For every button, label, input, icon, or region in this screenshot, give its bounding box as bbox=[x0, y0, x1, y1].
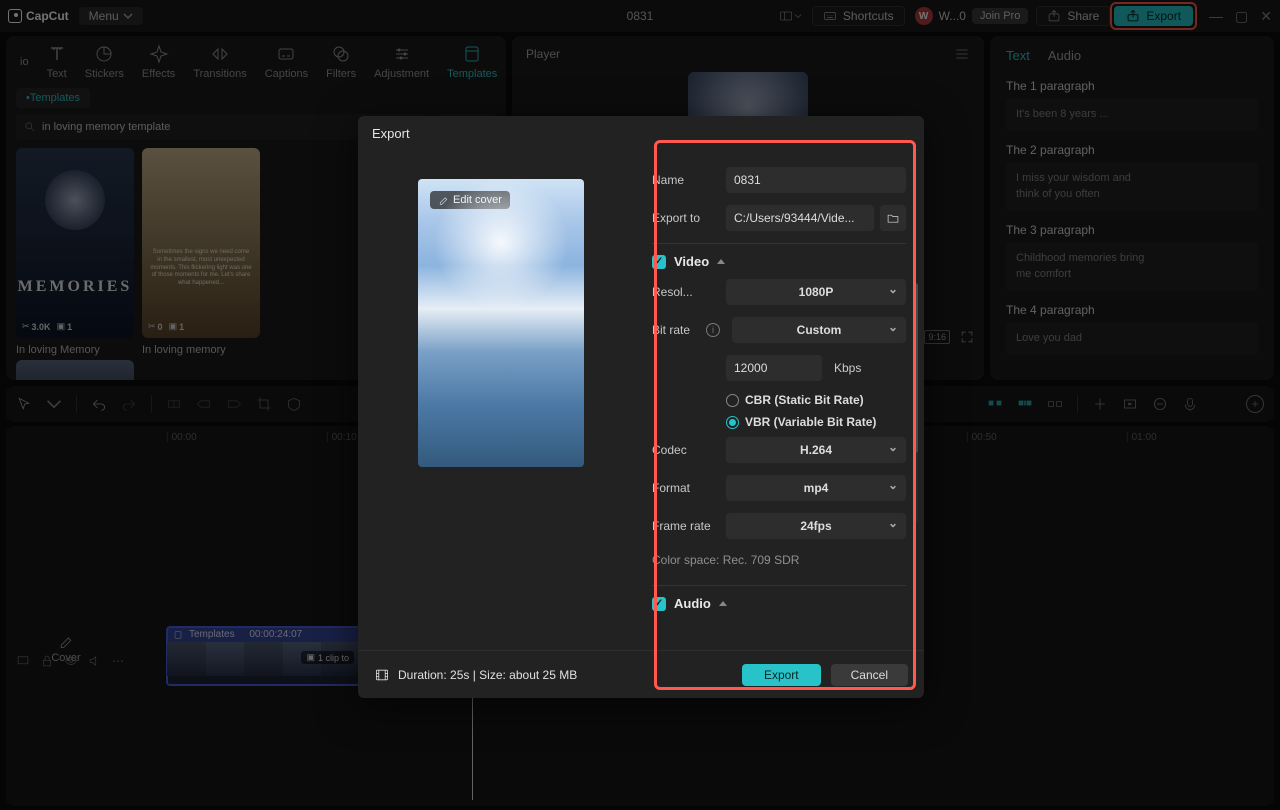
codec-label: Codec bbox=[652, 443, 720, 457]
cover-preview: Edit cover bbox=[418, 179, 584, 467]
fps-label: Frame rate bbox=[652, 519, 720, 533]
kbps-label: Kbps bbox=[834, 361, 861, 375]
dialog-export-button[interactable]: Export bbox=[742, 664, 821, 686]
name-input[interactable]: 0831 bbox=[726, 167, 906, 193]
bitrate-label: Bit rate bbox=[652, 323, 700, 337]
export-to-label: Export to bbox=[652, 211, 720, 225]
scrollbar[interactable] bbox=[913, 283, 918, 523]
edit-cover-button[interactable]: Edit cover bbox=[430, 191, 510, 209]
format-select[interactable]: mp4 bbox=[726, 475, 906, 501]
dialog-footer: Duration: 25s | Size: about 25 MB Export… bbox=[358, 650, 924, 698]
name-label: Name bbox=[652, 173, 720, 187]
dialog-title: Export bbox=[358, 116, 924, 151]
colorspace-note: Color space: Rec. 709 SDR bbox=[652, 553, 906, 567]
video-section-head[interactable]: Video bbox=[652, 254, 906, 269]
audio-checkbox[interactable] bbox=[652, 597, 666, 611]
cbr-radio[interactable]: CBR (Static Bit Rate) bbox=[726, 393, 906, 407]
duration-label: Duration: 25s | Size: about 25 MB bbox=[398, 668, 577, 682]
codec-select[interactable]: H.264 bbox=[726, 437, 906, 463]
vbr-radio[interactable]: VBR (Variable Bit Rate) bbox=[726, 415, 906, 429]
info-icon[interactable]: i bbox=[706, 323, 720, 337]
video-checkbox[interactable] bbox=[652, 255, 666, 269]
dialog-cancel-button[interactable]: Cancel bbox=[831, 664, 908, 686]
folder-icon bbox=[886, 211, 900, 225]
fps-select[interactable]: 24fps bbox=[726, 513, 906, 539]
caret-up-icon bbox=[719, 601, 727, 606]
export-dialog: Export Edit cover Name 0831 Export to C:… bbox=[358, 116, 924, 698]
audio-section-head[interactable]: Audio bbox=[652, 596, 906, 611]
export-path-input[interactable]: C:/Users/93444/Vide... bbox=[726, 205, 874, 231]
bitrate-input[interactable]: 12000 bbox=[726, 355, 822, 381]
caret-up-icon bbox=[717, 259, 725, 264]
resolution-label: Resol... bbox=[652, 285, 720, 299]
browse-folder-button[interactable] bbox=[880, 205, 906, 231]
resolution-select[interactable]: 1080P bbox=[726, 279, 906, 305]
format-label: Format bbox=[652, 481, 720, 495]
export-form: Name 0831 Export to C:/Users/93444/Vide.… bbox=[648, 151, 924, 650]
bitrate-mode-select[interactable]: Custom bbox=[732, 317, 906, 343]
film-icon bbox=[374, 667, 390, 683]
pencil-icon bbox=[438, 195, 449, 206]
